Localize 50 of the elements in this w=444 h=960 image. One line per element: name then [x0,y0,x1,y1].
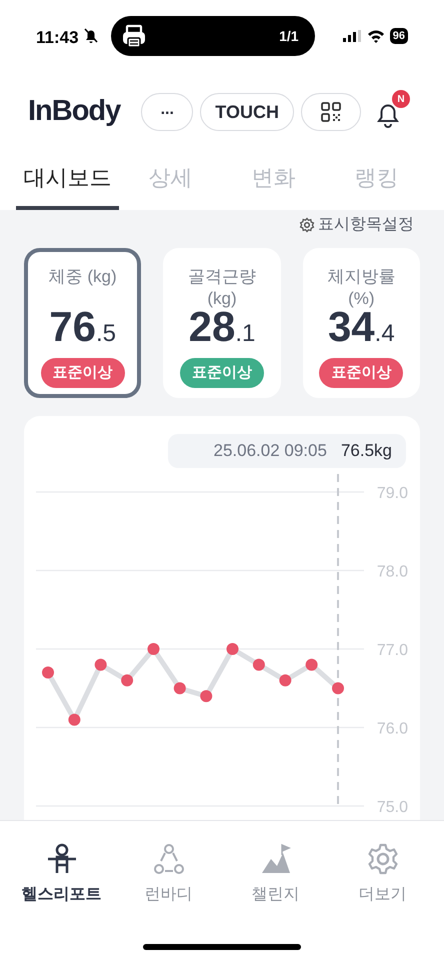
status-badge: 표준이상 [40,358,125,388]
metric-label: 체중 (kg) [48,266,118,288]
settings-icon [366,843,398,875]
metric-card[interactable]: 체중 (kg) 76.5 표준이상 [24,248,142,398]
status-badge: 표준이상 [180,358,264,388]
data-point[interactable] [94,658,107,671]
signal-icon [342,30,361,42]
data-point[interactable] [42,666,54,678]
wifi-icon [366,29,385,43]
nav-item[interactable]: 헬스리포트 [8,843,115,907]
metric-decimal: .4 [374,319,395,349]
axis-tick-label: 75.0 [376,799,408,816]
person-icon [46,843,78,875]
axis-tick-label: 78.0 [376,564,408,580]
bell-muted-icon [82,27,99,43]
data-point[interactable] [148,643,160,655]
three-circles-icon [152,843,184,875]
status-time: 11:43 [36,27,79,49]
metric-decimal: .5 [96,319,116,349]
display-settings-link[interactable]: 표시항목설정 [299,213,414,237]
gear-icon [299,217,315,233]
metric-card[interactable]: 체지방률 (%) 34.4 표준이상 [302,248,420,398]
tooltip-time: 25.06.02 09:05 [214,440,327,462]
data-point[interactable] [200,690,212,702]
data-point[interactable] [332,682,344,694]
data-point[interactable] [174,682,186,694]
data-point[interactable] [306,658,318,671]
data-point[interactable] [226,643,238,655]
printer-icon [120,24,147,48]
axis-tick-label: 76.0 [376,720,408,738]
metric-label: 체지방률 (%) [326,266,396,310]
metric-decimal: .1 [235,319,256,349]
metric-value: 76 [49,304,96,350]
data-point[interactable] [68,714,80,726]
data-point[interactable] [279,674,292,686]
axis-tick-label: 77.0 [376,642,408,659]
tooltip-value: 76.5kg [340,440,392,462]
touch-button[interactable]: TOUCH [200,93,294,131]
qr-code-icon [320,102,341,122]
data-point[interactable] [252,658,265,671]
battery-icon: 96 [390,28,408,44]
notification-badge: N [392,90,410,108]
more-button[interactable]: ... [141,93,194,131]
status-badge: 표준이상 [319,358,404,388]
axis-tick-label: 79.0 [376,485,408,502]
data-point[interactable] [121,674,134,686]
app-logo: InBody [28,94,120,130]
mountain-flag-icon [260,843,292,875]
qr-button[interactable] [300,93,361,131]
activity-count: 1/1 [279,26,299,46]
